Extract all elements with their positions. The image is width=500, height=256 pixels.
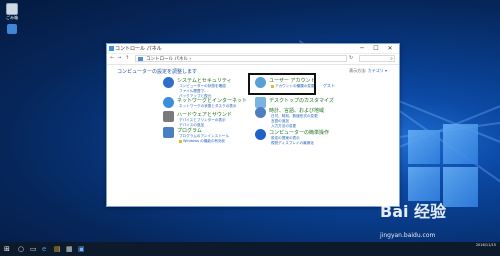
view-by-dropdown[interactable]: カテゴリ ▾ [368,68,387,73]
highlight-box [248,73,316,95]
desktop-icon-label: ごみ箱 [6,15,18,20]
category-link[interactable]: 視覚ディスプレイの最適化 [271,141,314,146]
clock-icon [255,107,266,118]
edge-icon[interactable]: e [42,245,46,253]
category-link[interactable]: Windows の機能の有効化 [179,139,225,144]
programs-icon [163,127,174,138]
category-title[interactable]: ハードウェアとサウンド [177,111,232,118]
view-by-label: 表示方法: [349,68,367,73]
category-title[interactable]: システムとセキュリティ [177,77,232,84]
category-link[interactable]: ネットワークの状態とタスクの表示 [179,104,237,109]
category-title[interactable]: 時計、言語、および地域 [269,107,324,114]
taskbar: ⊞ ○ ▭ e ▤ ▦ ▣ 2016/11/15 [0,242,500,256]
category-title[interactable]: コンピューターの簡単操作 [269,129,329,136]
control-panel-icon [7,24,17,34]
address-input[interactable]: コントロール パネル › [135,55,347,62]
clock-date: 2016/11/15 [475,243,496,247]
control-panel-taskbar-icon[interactable]: ▣ [78,245,85,253]
refresh-button[interactable]: ↻ [349,55,353,61]
clock[interactable]: 2016/11/15 [476,243,496,248]
side-link[interactable]: ゲスト [323,83,335,89]
category-title[interactable]: ネットワークとインターネット [177,97,247,104]
close-button[interactable]: ✕ [383,44,397,53]
address-bar-row: ← → ↑ コントロール パネル › ↻ ⌕ [107,54,399,65]
up-button[interactable]: ↑ [125,55,129,61]
category-title[interactable]: デスクトップのカスタマイズ [269,97,334,104]
printer-icon [163,111,174,122]
title-bar: コントロール パネル ─ ☐ ✕ [107,44,399,54]
accessibility-icon [255,129,266,140]
globe-icon [163,97,174,108]
watermark-url: jingyan.baidu.com [380,232,436,239]
view-by: 表示方法: カテゴリ ▾ [349,68,387,74]
maximize-button[interactable]: ☐ [369,44,383,53]
recycle-bin-icon[interactable]: ごみ箱 [5,3,19,20]
shield-icon [163,77,174,88]
search-button[interactable]: ○ [18,245,24,253]
window-title: コントロール パネル [115,46,162,52]
shield-icon [179,139,182,143]
desktop-shortcut-icon[interactable] [5,24,19,34]
page-title: コンピューターの設定を調整します [117,69,198,75]
control-panel-icon [138,57,143,61]
watermark-logo: Bai 经验 [380,202,447,221]
category-link-label: Windows の機能の有効化 [183,139,226,143]
forward-button[interactable]: → [117,55,121,61]
trash-icon [6,3,18,15]
start-button[interactable]: ⊞ [4,245,10,253]
store-icon[interactable]: ▦ [66,245,73,253]
search-input[interactable]: ⌕ [359,55,395,62]
task-view-icon[interactable]: ▭ [30,245,37,253]
search-icon: ⌕ [390,56,393,62]
back-button[interactable]: ← [110,55,114,61]
windows-logo [408,120,478,207]
explorer-icon[interactable]: ▤ [54,245,61,253]
minimize-button[interactable]: ─ [355,44,369,53]
control-panel-window: コントロール パネル ─ ☐ ✕ ← → ↑ コントロール パネル › ↻ ⌕ … [106,43,400,207]
address-text: コントロール パネル › [146,57,192,62]
control-panel-icon [109,46,114,51]
category-title[interactable]: プログラム [177,127,202,134]
